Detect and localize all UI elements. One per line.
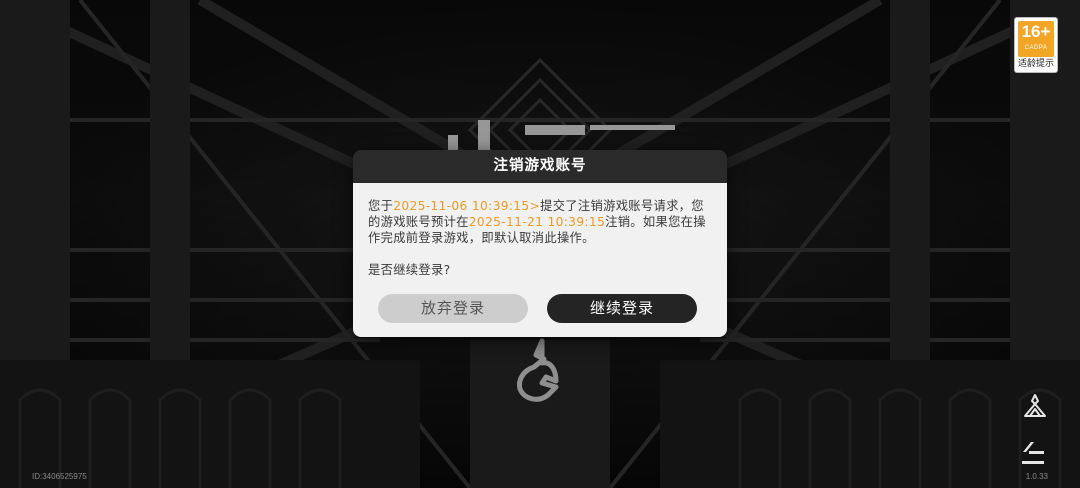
age-rating-top: 16+ CADPA — [1018, 21, 1054, 57]
age-rating-number: 16+ — [1021, 22, 1051, 41]
game-logo-icon — [517, 338, 559, 402]
character-icon[interactable] — [1022, 393, 1048, 419]
continue-login-button[interactable]: 继续登录 — [547, 294, 697, 323]
dialog-title: 注销游戏账号 — [353, 150, 727, 183]
user-id-label: ID:3406525975 — [32, 472, 87, 481]
version-label: 1.0.33 — [1025, 472, 1048, 481]
account-deletion-dialog: 注销游戏账号 您于2025-11-06 10:39:15>提交了注销游戏账号请求… — [353, 150, 727, 337]
message-part-1: 您于 — [368, 199, 394, 213]
cancel-time: 2025-11-21 10:39:15 — [468, 215, 606, 229]
submit-time: 2025-11-06 10:39:15> — [393, 199, 541, 213]
age-rating-badge: 16+ CADPA 适龄提示 — [1014, 17, 1058, 73]
age-rating-tip: 适龄提示 — [1017, 59, 1054, 69]
abandon-login-button[interactable]: 放弃登录 — [378, 294, 528, 323]
continue-question: 是否继续登录? — [368, 263, 451, 277]
upload-icon[interactable] — [1020, 440, 1046, 466]
age-rating-org: CADPA — [1024, 45, 1048, 51]
dialog-message: 您于2025-11-06 10:39:15>提交了注销游戏账号请求，您的游戏账号… — [368, 198, 712, 246]
dialog-body: 您于2025-11-06 10:39:15>提交了注销游戏账号请求，您的游戏账号… — [353, 183, 727, 337]
